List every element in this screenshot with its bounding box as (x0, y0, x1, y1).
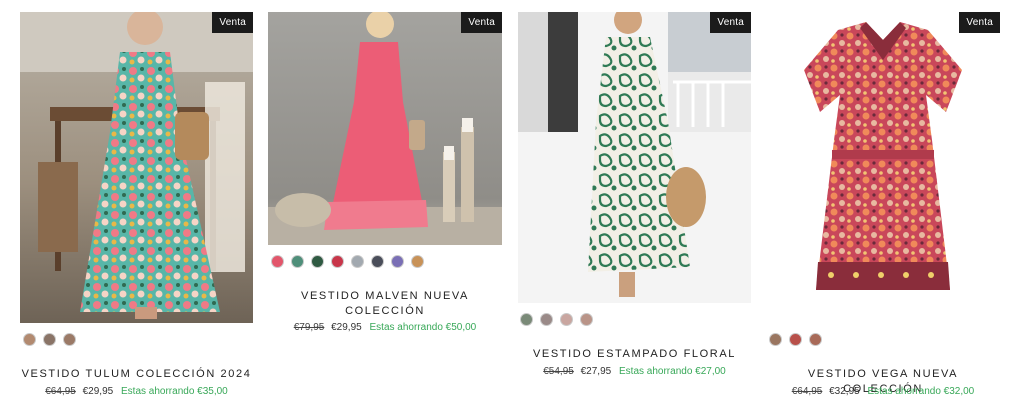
color-swatch[interactable] (560, 313, 573, 326)
color-swatch[interactable] (540, 313, 553, 326)
price-row: €64,95 €29,95 Estas ahorrando €35,00 (20, 386, 253, 397)
current-price: €29,95 (82, 386, 114, 397)
sale-badge: Venta (959, 12, 1000, 33)
savings-text: Estas ahorrando €35,00 (121, 386, 228, 397)
current-price: €32,95 (829, 386, 860, 397)
color-swatch[interactable] (63, 333, 76, 346)
savings-text: Estas ahorrando €50,00 (369, 322, 477, 333)
color-swatch[interactable] (351, 255, 364, 268)
color-swatch[interactable] (391, 255, 404, 268)
color-swatch[interactable] (311, 255, 324, 268)
color-swatches (271, 255, 424, 268)
price-row: €64,95 €32,95 Estas ahorrando €32,00 (766, 386, 1000, 397)
savings-text: Estas ahorrando €27,00 (619, 366, 726, 377)
old-price: €64,95 (791, 386, 823, 397)
dress-photo (518, 12, 751, 303)
color-swatch[interactable] (769, 333, 782, 346)
product-title-line: COLECCIÓN (345, 305, 425, 317)
price-row: €79,95 €29,95 Estas ahorrando €50,00 (268, 322, 502, 333)
product-title-line: VESTIDO MALVEN NUEVA (301, 290, 469, 302)
product-title[interactable]: VESTIDO TULUM COLECCIÓN 2024 (20, 367, 253, 382)
color-swatch[interactable] (371, 255, 384, 268)
product-image[interactable]: Venta (766, 0, 1000, 323)
color-swatch[interactable] (809, 333, 822, 346)
color-swatches (520, 313, 593, 326)
sale-badge: Venta (461, 12, 502, 33)
current-price: €27,95 (580, 366, 612, 377)
product-image[interactable]: Venta (268, 12, 502, 245)
color-swatches (769, 333, 822, 346)
old-price: €79,95 (293, 322, 325, 333)
product-image[interactable]: Venta (20, 12, 253, 323)
price-row: €54,95 €27,95 Estas ahorrando €27,00 (518, 366, 751, 377)
color-swatches (23, 333, 76, 346)
old-price: €64,95 (45, 386, 76, 397)
current-price: €29,95 (331, 322, 362, 333)
product-title[interactable]: VESTIDO MALVEN NUEVA COLECCIÓN (268, 289, 502, 319)
savings-text: Estas ahorrando €32,00 (867, 386, 975, 397)
old-price: €54,95 (543, 366, 574, 377)
product-image[interactable]: Venta (518, 12, 751, 303)
dress-photo (268, 12, 502, 245)
color-swatch[interactable] (271, 255, 284, 268)
color-swatch[interactable] (331, 255, 344, 268)
color-swatch[interactable] (411, 255, 424, 268)
product-title[interactable]: VESTIDO ESTAMPADO FLORAL (518, 347, 751, 362)
dress-photo (766, 0, 1000, 323)
color-swatch[interactable] (43, 333, 56, 346)
sale-badge: Venta (710, 12, 751, 33)
color-swatch[interactable] (580, 313, 593, 326)
sale-badge: Venta (212, 12, 253, 33)
color-swatch[interactable] (23, 333, 36, 346)
dress-photo (20, 12, 253, 323)
color-swatch[interactable] (520, 313, 533, 326)
color-swatch[interactable] (291, 255, 304, 268)
color-swatch[interactable] (789, 333, 802, 346)
